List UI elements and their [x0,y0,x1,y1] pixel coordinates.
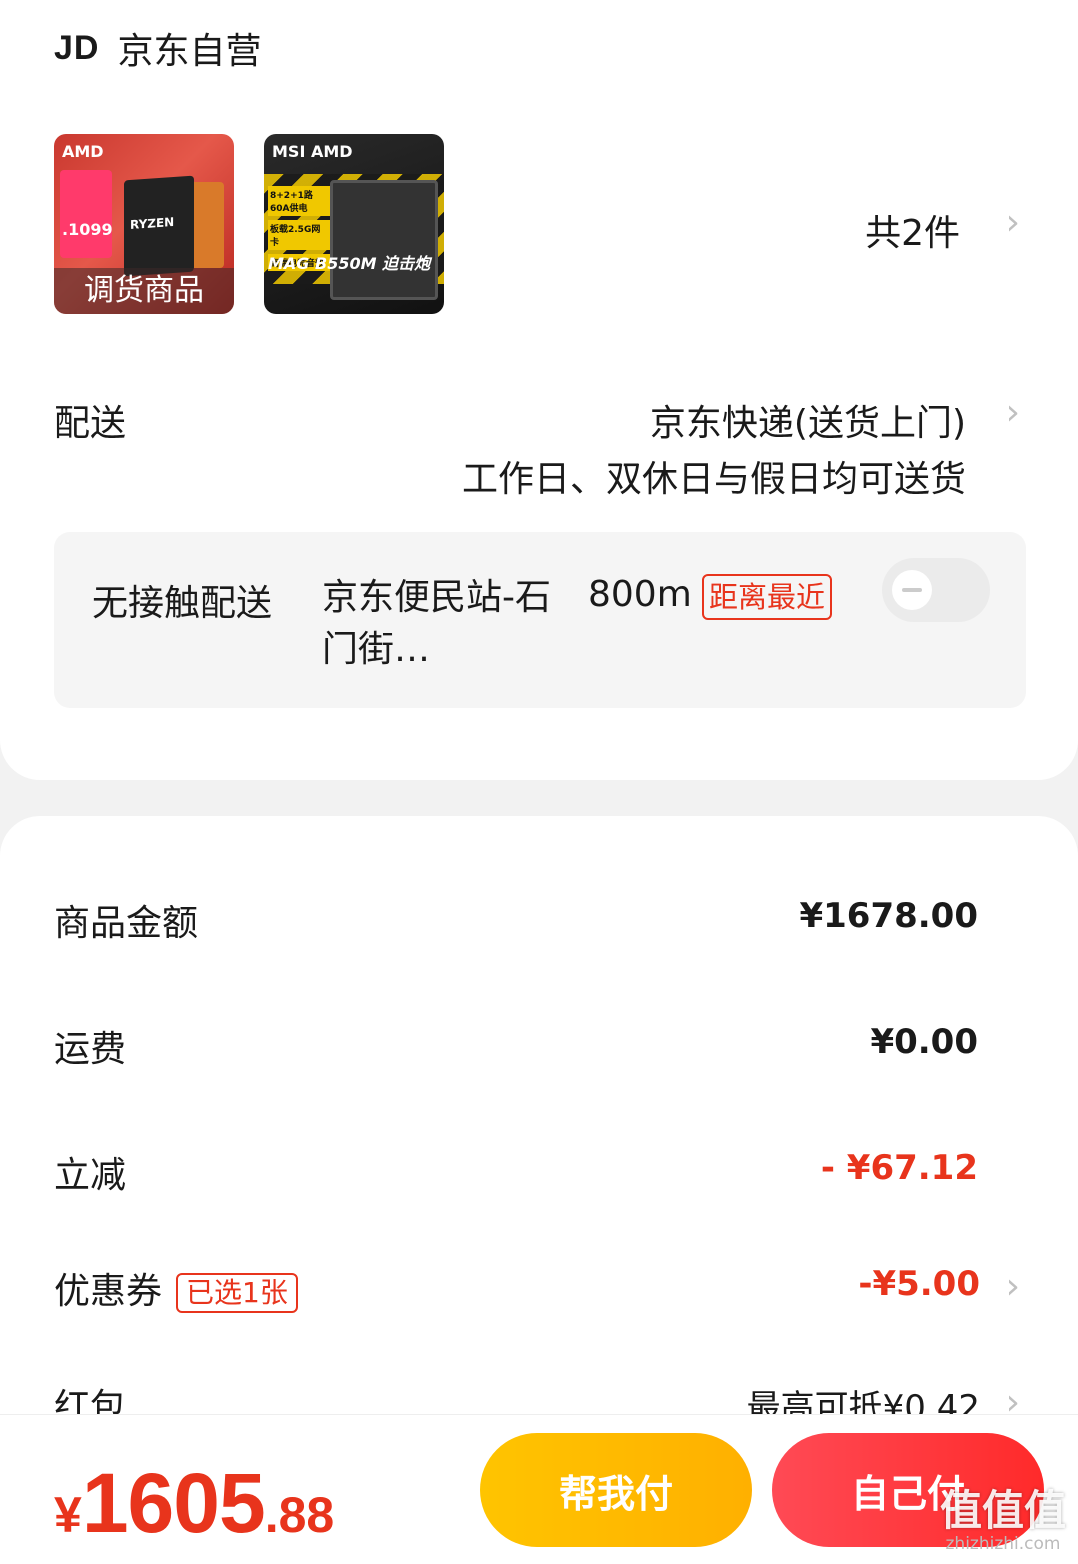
nearest-badge: 距离最近 [702,574,833,620]
freight-label: 运费 [54,1029,127,1070]
order-card: JD 京东自营 AMD .1099 RYZEN 调货商品 MSI AMD 8+2… [0,0,1078,780]
model-name: MAG B550M 迫击炮 [268,254,431,273]
coupon-value[interactable]: -¥5.00 [858,1264,980,1304]
freight-value: ¥0.00 [870,1022,978,1062]
transfer-goods-label: 调货商品 [54,268,234,314]
msi-amd-logo: MSI AMD [272,142,353,161]
feature-tag: 8+2+1路 60A供电 [268,186,330,216]
feature-tag: 板载2.5G网卡 [268,220,330,250]
discount-label: 立减 [54,1155,127,1196]
currency-symbol: ¥ [54,1487,82,1543]
help-me-pay-button[interactable]: 帮我付 [480,1433,752,1547]
promo-price: .1099 [62,220,113,239]
shipping-label: 配送 [54,403,127,444]
total-price: ¥1605.88 [54,1455,334,1552]
shop-header[interactable]: JD 京东自营 [54,22,261,74]
total-decimal: .88 [264,1487,335,1543]
pickup-station-name: 京东便民站-石门街… [322,577,551,670]
watermark-url: zhizhizhi.com [945,1534,1061,1554]
chevron-right-icon[interactable]: › [1006,202,1020,243]
coupon-selected-badge: 已选1张 [176,1273,298,1313]
coupon-label: 优惠券 [54,1271,163,1312]
discount-value: - ¥67.12 [820,1148,978,1188]
cpu-box: RYZEN [124,175,194,277]
contactless-label: 无接触配送 [92,583,273,624]
watermark-text: 值值值 [939,1486,1066,1535]
station-distance: 800m [588,574,692,615]
goods-amount-label: 商品金额 [54,903,199,944]
shop-name: 京东自营 [117,31,262,72]
promo-banner [60,170,112,258]
total-integer: 1605 [81,1456,266,1550]
amd-logo: AMD [62,142,104,161]
toggle-knob [892,570,932,610]
ryzen-logo: RYZEN [130,214,175,233]
chevron-right-icon[interactable]: › [1006,392,1020,433]
contactless-delivery-panel: 无接触配送 京东便民站-石门街… 800m 距离最近 [54,532,1026,708]
coupon-row[interactable]: 优惠券 已选1张 [54,1262,298,1314]
shipping-method[interactable]: 京东快递(送货上门) [650,394,966,446]
product-thumbnail-motherboard[interactable]: MSI AMD 8+2+1路 60A供电 板载2.5G网卡 高端电竞音效 MAG… [264,134,444,314]
jd-logo: JD [54,28,100,67]
item-count[interactable]: 共2件 [865,204,960,256]
watermark: 值值值 zhizhizhi.com [939,1486,1066,1555]
shipping-note: 工作日、双休日与假日均可送货 [461,459,966,500]
chevron-right-icon[interactable]: › [1006,1266,1020,1307]
product-thumbnail-cpu[interactable]: AMD .1099 RYZEN 调货商品 [54,134,234,314]
checkout-bar: ¥1605.88 帮我付 自己付 值值值 zhizhizhi.com [0,1414,1078,1564]
goods-amount-value: ¥1678.00 [799,896,978,936]
motherboard-image [330,180,438,300]
contactless-toggle[interactable] [882,558,990,622]
